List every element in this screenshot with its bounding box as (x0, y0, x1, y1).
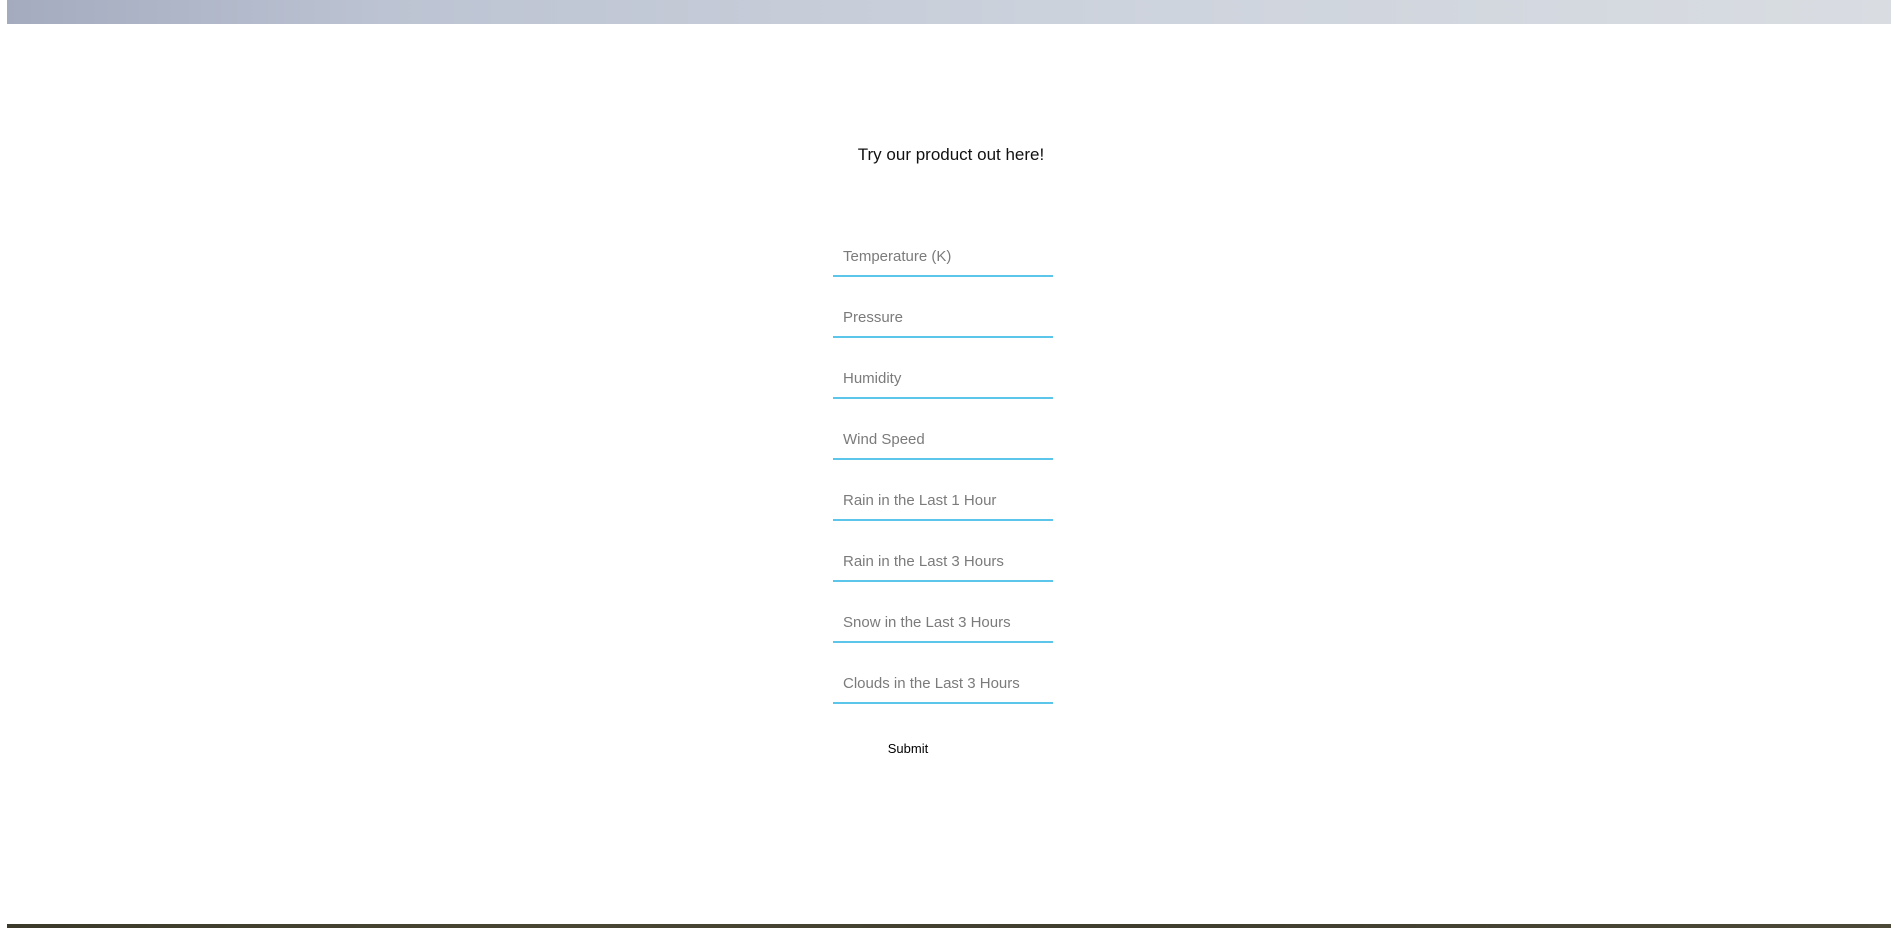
clouds-3h-input[interactable] (833, 664, 1053, 702)
snow-3h-input[interactable] (833, 603, 1053, 641)
weather-input-form (833, 237, 1053, 725)
humidity-field (833, 359, 1053, 399)
snow-3h-field (833, 603, 1053, 643)
page: Try our product out here! Submit (0, 0, 1898, 928)
rain-3h-field (833, 542, 1053, 582)
bottom-background-image (7, 924, 1891, 928)
rain-3h-input[interactable] (833, 542, 1053, 580)
pressure-input[interactable] (833, 298, 1053, 336)
page-heading: Try our product out here! (0, 145, 1898, 165)
pressure-field (833, 298, 1053, 338)
clouds-3h-field (833, 664, 1053, 704)
humidity-input[interactable] (833, 359, 1053, 397)
rain-1h-input[interactable] (833, 481, 1053, 519)
submit-button[interactable]: Submit (877, 738, 939, 758)
rain-1h-field (833, 481, 1053, 521)
wind-speed-input[interactable] (833, 420, 1053, 458)
temperature-field (833, 237, 1053, 277)
wind-speed-field (833, 420, 1053, 460)
top-banner-image (7, 0, 1891, 24)
heading-text: Try our product out here! (857, 145, 1045, 164)
temperature-input[interactable] (833, 237, 1053, 275)
